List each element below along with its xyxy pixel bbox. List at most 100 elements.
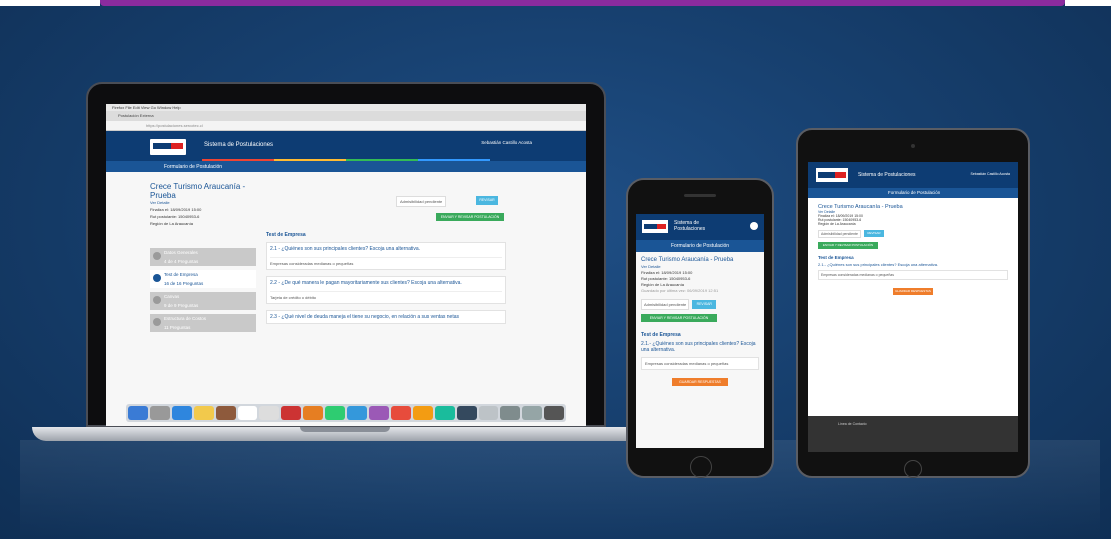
phone-app-title: Sistema de Postulaciones: [674, 220, 706, 232]
sidebar-item-count: 4 de 4 Preguntas: [164, 259, 199, 264]
color-stripe: [106, 159, 586, 161]
phone-app-header: Sistema de Postulaciones: [636, 214, 764, 240]
phone-device: Sistema de Postulaciones Formulario de P…: [626, 178, 774, 478]
footer-contact: Línea de Contacto: [838, 422, 867, 426]
answer-select[interactable]: Empresas consideradas medianas o pequeña…: [270, 257, 502, 266]
sidebar-item-label: Test de Empresa: [164, 272, 198, 277]
question-text: 2.1 - ¿Quiénes son sus principales clien…: [270, 246, 421, 252]
test-heading: Test de Empresa: [818, 255, 854, 260]
dock-app-icon[interactable]: [390, 406, 411, 420]
user-icon[interactable]: [750, 222, 758, 230]
sidebar-item-count: 16 de 16 Preguntas: [164, 281, 204, 286]
admissibility-warning: Admisibilidad pendiente: [396, 196, 447, 207]
sercotec-logo: [816, 168, 848, 182]
dock-app-icon[interactable]: [347, 406, 367, 420]
dock-app-icon[interactable]: [193, 406, 214, 420]
question-text: 2.3 - ¿Qué nivel de deuda maneja el tien…: [270, 314, 460, 320]
dock-app-icon[interactable]: [237, 406, 258, 420]
save-answers-button[interactable]: GUARDAR RESPUESTAS: [893, 288, 933, 295]
sidebar-item-test-empresa[interactable]: Test de Empresa 16 de 16 Preguntas: [150, 270, 256, 288]
test-heading: Test de Empresa: [266, 232, 306, 238]
test-heading: Test de Empresa: [641, 332, 681, 338]
user-menu[interactable]: Sebastián Castillo Acosta: [971, 172, 1011, 176]
app-header: Sistema de Postulaciones Sebastián Casti…: [106, 131, 586, 161]
review-button[interactable]: REVISAR: [476, 196, 498, 205]
dock-app-icon[interactable]: [434, 406, 455, 420]
warning-row: Admisibilidad pendiente REVISAR: [641, 299, 759, 310]
sidebar-item-costos[interactable]: Estructura de Costos 11 Preguntas: [150, 314, 256, 332]
project-deadline: Finaliza el: 18/09/2019 15:00: [641, 270, 693, 275]
phone-home-button: [690, 456, 712, 478]
sidebar-item-label: Datos Generales: [164, 250, 198, 255]
dock-app-icon[interactable]: [325, 406, 346, 420]
answer-select[interactable]: Tarjeta de crédito o débito: [270, 291, 502, 300]
tablet-body: Crece Turismo Araucanía - Prueba Ver Det…: [808, 198, 1018, 301]
project-detail-link[interactable]: Ver Detalle: [150, 200, 270, 205]
dock-app-icon[interactable]: [522, 406, 543, 420]
sidebar-item-datos-generales[interactable]: Datos Generales 4 de 4 Preguntas: [150, 248, 256, 266]
dock-app-icon[interactable]: [456, 406, 477, 420]
dock-app-icon[interactable]: [500, 406, 521, 420]
user-menu[interactable]: Sebastián Castillo Acosta: [481, 140, 532, 145]
sercotec-logo: [642, 220, 668, 233]
answer-select[interactable]: Empresas consideradas medianas o pequeña…: [818, 270, 1008, 280]
tablet-app-title: Sistema de Postulaciones: [858, 172, 916, 178]
section-sidebar: Datos Generales 4 de 4 Preguntas Test de …: [150, 248, 256, 336]
project-title: Crece Turismo Araucanía - Prueba: [150, 182, 246, 200]
review-button[interactable]: REVISAR: [692, 300, 717, 309]
tablet-device: Sistema de Postulaciones Sebastián Casti…: [796, 128, 1030, 478]
question-text: 2.1.- ¿Quiénes son sus principales clien…: [641, 341, 756, 353]
tablet-footer: Línea de Contacto: [808, 416, 1018, 452]
admissibility-warning: Admisibilidad pendiente: [818, 230, 861, 238]
dock-app-icon[interactable]: [281, 406, 302, 420]
sercotec-logo: [150, 139, 186, 155]
send-application-button[interactable]: ENVIAR Y REVISAR POSTULACIÓN: [641, 314, 717, 322]
dock-app-icon[interactable]: [259, 406, 280, 420]
admissibility-warning: Admisibilidad pendiente: [641, 299, 690, 310]
top-white-left: [0, 0, 100, 6]
dock-app-icon[interactable]: [478, 406, 499, 420]
tablet-camera: [911, 144, 915, 148]
dock-app-icon[interactable]: [368, 406, 389, 420]
top-white-right: [1065, 0, 1111, 6]
sidebar-item-canvas[interactable]: Canvas 9 de 9 Preguntas: [150, 292, 256, 310]
warning-row: Admisibilidad pendiente REVISAR: [818, 230, 1008, 238]
project-detail-link[interactable]: Ver Detalle: [641, 264, 759, 269]
sidebar-item-label: Canvas: [164, 294, 180, 299]
phone-screen: Sistema de Postulaciones Formulario de P…: [636, 214, 764, 448]
answer-select[interactable]: Empresas consideradas medianas o pequeña…: [641, 357, 759, 370]
dock-app-icon[interactable]: [412, 406, 433, 420]
laptop-screen: Firefox File Edit View Go Window Help Po…: [106, 104, 586, 426]
dock-app-icon[interactable]: [128, 406, 148, 420]
question-card: 2.3 - ¿Qué nivel de deuda maneja el tien…: [266, 310, 506, 324]
project-region: Región de La Araucanía: [818, 222, 856, 226]
project-rut: Rut postulante: 15040953-6: [641, 276, 691, 281]
sidebar-item-count: 9 de 9 Preguntas: [164, 303, 199, 308]
laptop-body: Crece Turismo Araucanía - Prueba Ver Det…: [106, 172, 586, 426]
sidebar-item-label: Estructura de Costos: [164, 316, 207, 321]
project-deadline: Finaliza el: 18/09/2019 15:00: [150, 207, 202, 212]
save-answers-button[interactable]: GUARDAR RESPUESTAS: [672, 378, 728, 386]
tablet-app-header: Sistema de Postulaciones Sebastián Casti…: [808, 162, 1018, 188]
browser-tab[interactable]: Postulación Externa: [106, 111, 586, 121]
project-card: Crece Turismo Araucanía - Prueba Ver Det…: [150, 182, 270, 226]
last-saved: Guardado por última vez: 06/09/2019 12:5…: [641, 288, 719, 293]
send-application-button[interactable]: ENVIAR Y REVISAR POSTULACIÓN: [436, 213, 504, 221]
test-section: Test de Empresa 2.1 - ¿Quiénes son sus p…: [266, 232, 506, 330]
mac-dock[interactable]: [126, 404, 566, 422]
tablet-form-subbar: Formulario de Postulación: [808, 188, 1018, 198]
laptop-device: Firefox File Edit View Go Window Help Po…: [86, 82, 606, 427]
mac-menubar[interactable]: Firefox File Edit View Go Window Help: [106, 104, 586, 111]
dock-app-icon[interactable]: [171, 406, 192, 420]
tablet-screen: Sistema de Postulaciones Sebastián Casti…: [808, 162, 1018, 452]
dock-app-icon[interactable]: [303, 406, 324, 420]
dock-app-icon[interactable]: [149, 406, 170, 420]
dock-app-icon[interactable]: [544, 406, 565, 420]
dock-app-icon[interactable]: [215, 406, 236, 420]
send-application-button[interactable]: ENVIAR Y REVISAR POSTULACIÓN: [818, 242, 878, 249]
review-button[interactable]: REVISAR: [863, 230, 884, 237]
app-title: Sistema de Postulaciones: [204, 142, 274, 148]
project-title: Crece Turismo Araucanía - Prueba: [641, 257, 734, 263]
laptop-notch: [300, 427, 390, 432]
browser-url-bar[interactable]: https://postulaciones.sercotec.cl: [106, 121, 586, 131]
